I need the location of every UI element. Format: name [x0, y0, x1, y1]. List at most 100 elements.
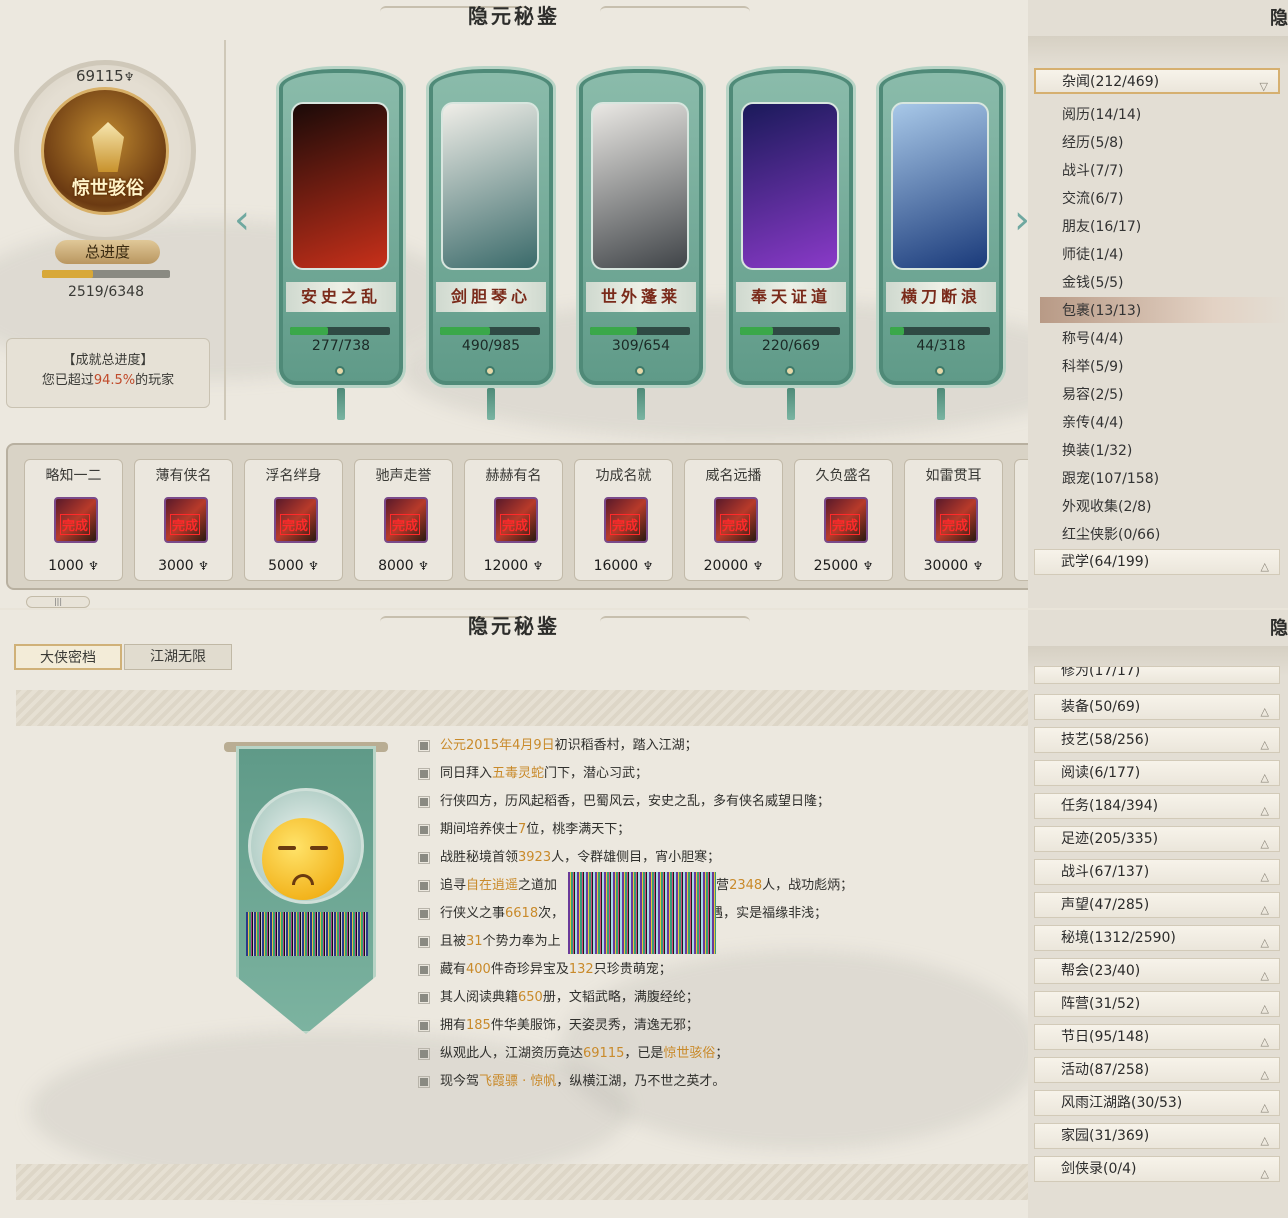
sub-category-item[interactable]: 师徒(1/4)	[1062, 244, 1123, 264]
carousel-right-arrow[interactable]: ›	[1014, 200, 1028, 244]
card-progress-fill	[890, 327, 904, 335]
category-header[interactable]: 剑侠录(0/4) △	[1034, 1156, 1280, 1182]
badge-name: 如雷贯耳	[925, 468, 982, 484]
rank-badge[interactable]: 略知一二 完成 1000 ♆	[24, 459, 123, 581]
category-header[interactable]: 家园(31/369) △	[1034, 1123, 1280, 1149]
sub-category-item[interactable]: 经历(5/8)	[1062, 132, 1123, 152]
category-header[interactable]: 战斗(67/137) △	[1034, 859, 1280, 885]
category-header[interactable]: 技艺(58/256) △	[1034, 727, 1280, 753]
category-header[interactable]: 帮会(23/40) △	[1034, 958, 1280, 984]
chapter-card[interactable]: 剑胆琴心 490/985	[426, 66, 556, 388]
badge-name: 赫赫有名	[485, 468, 542, 484]
bullet-icon	[418, 795, 430, 808]
sub-category-item[interactable]: 红尘侠影(0/66)	[1062, 524, 1160, 544]
tassel	[337, 388, 345, 420]
category-header[interactable]: 声望(47/285) △	[1034, 892, 1280, 918]
bullet-icon	[418, 935, 430, 948]
tab-jianghu-unlimited[interactable]: 江湖无限	[124, 644, 232, 670]
mouth	[292, 874, 314, 885]
sub-category-item[interactable]: 亲传(4/4)	[1062, 412, 1123, 432]
carousel-left-arrow[interactable]: ‹	[234, 200, 254, 244]
divider	[224, 40, 226, 420]
card-progress-value: 277/738	[311, 338, 371, 354]
category-header[interactable]: 任务(184/394) △	[1034, 793, 1280, 819]
bullet-icon	[418, 963, 430, 976]
sub-category-item[interactable]: 朋友(16/17)	[1062, 216, 1141, 236]
chevron-up-icon: △	[1260, 560, 1269, 573]
sub-category-item[interactable]: 易容(2/5)	[1062, 384, 1123, 404]
sub-category-item[interactable]: 换装(1/32)	[1062, 440, 1132, 460]
category-header[interactable]: 装备(50/69) △	[1034, 694, 1280, 720]
category-header[interactable]: 阅读(6/177) △	[1034, 760, 1280, 786]
tab-hero-archive[interactable]: 大侠密档	[14, 644, 122, 670]
panel-title: 隐元秘鉴	[468, 4, 560, 28]
sub-category-item[interactable]: 包裹(13/13)	[1062, 300, 1141, 320]
chapter-card[interactable]: 横刀断浪 44/318	[876, 66, 1006, 388]
rank-badge[interactable]: 驰声走誉 完成 8000 ♆	[354, 459, 453, 581]
sub-category-item[interactable]: 称号(4/4)	[1062, 328, 1123, 348]
rank-badge[interactable]: 赫赫有名 完成 12000 ♆	[464, 459, 563, 581]
card-title: 世外蓬莱	[586, 282, 696, 312]
avatar	[262, 818, 344, 900]
knot-icon	[635, 366, 645, 376]
sub-category-item[interactable]: 战斗(7/7)	[1062, 160, 1123, 180]
badge-icon: 完成	[494, 497, 538, 543]
sub-category-item[interactable]: 交流(6/7)	[1062, 188, 1123, 208]
coin-icon: ♆	[532, 559, 544, 573]
progress-summary-box: 【成就总进度】 您已超过94.5%的玩家	[6, 338, 210, 408]
chevron-up-icon: △	[1260, 804, 1269, 817]
sub-category-item[interactable]: 金钱(5/5)	[1062, 272, 1123, 292]
category-header[interactable]: 风雨江湖路(30/53) △	[1034, 1090, 1280, 1116]
badge-scrollbar[interactable]: |||	[26, 596, 90, 608]
completed-stamp: 完成	[170, 514, 201, 535]
category-header[interactable]: 足迹(205/335) △	[1034, 826, 1280, 852]
category-header[interactable]: 阵营(31/52) △	[1034, 991, 1280, 1017]
card-progress-bar	[740, 327, 840, 335]
category-header[interactable]: 活动(87/258) △	[1034, 1057, 1280, 1083]
chapter-card[interactable]: 奉天证道 220/669	[726, 66, 856, 388]
bullet-icon	[418, 739, 430, 752]
tassel	[487, 388, 495, 420]
category-label: 家园(31/369)	[1061, 1128, 1150, 1144]
card-progress-fill	[590, 327, 638, 335]
completed-stamp: 完成	[500, 514, 531, 535]
coin-icon: ♆	[198, 559, 209, 573]
coin-icon: ♆	[88, 559, 99, 573]
chevron-up-icon: △	[1260, 936, 1269, 949]
chapter-card[interactable]: 世外蓬莱 309/654	[576, 66, 706, 388]
bullet-icon	[418, 851, 430, 864]
rank-badge[interactable]: 功成名就 完成 16000 ♆	[574, 459, 673, 581]
rank-badge[interactable]: 浮名绊身 完成 5000 ♆	[244, 459, 343, 581]
category-header-open[interactable]: 杂闻(212/469) ▽	[1034, 68, 1280, 94]
bullet-icon	[418, 1047, 430, 1060]
rank-badge[interactable]: 如雷贯耳 完成 30000 ♆	[904, 459, 1003, 581]
category-header-cut[interactable]: 修为(17/17)	[1034, 666, 1280, 684]
sub-category-item[interactable]: 跟宠(107/158)	[1062, 468, 1159, 488]
category-label: 秘境(1312/2590)	[1061, 930, 1176, 946]
coin-icon: ♆	[308, 559, 319, 573]
knot-icon	[935, 366, 945, 376]
rank-badge[interactable]: 威名远播 完成 20000 ♆	[684, 459, 783, 581]
badge-threshold: 16000 ♆	[593, 558, 654, 574]
sub-category-item[interactable]: 外观收集(2/8)	[1062, 496, 1151, 516]
total-progress-button[interactable]: 总进度	[55, 240, 160, 264]
sub-category-item[interactable]: 阅历(14/14)	[1062, 104, 1141, 124]
chapter-card[interactable]: 安史之乱 277/738	[276, 66, 406, 388]
category-header[interactable]: 武学(64/199) △	[1034, 549, 1280, 575]
category-label: 战斗(67/137)	[1061, 864, 1150, 880]
completed-stamp: 完成	[830, 514, 861, 535]
panel-title: 隐元秘鉴	[468, 614, 560, 638]
card-title: 横刀断浪	[886, 282, 996, 312]
sub-category-item[interactable]: 科举(5/9)	[1062, 356, 1123, 376]
rank-badge[interactable]: 薄有侠名 完成 3000 ♆	[134, 459, 233, 581]
category-header[interactable]: 节日(95/148) △	[1034, 1024, 1280, 1050]
rank-badge[interactable]: 久负盛名 完成 25000 ♆	[794, 459, 893, 581]
completed-stamp: 完成	[610, 514, 641, 535]
redacted-text-block	[568, 872, 716, 954]
crown-icon	[92, 122, 124, 172]
biography-line: 拥有185件华美服饰，天姿灵秀，清逸无邪；	[418, 1014, 699, 1033]
coin-icon: ♆	[123, 70, 135, 84]
badge-icon: 完成	[274, 497, 318, 543]
category-header[interactable]: 秘境(1312/2590) △	[1034, 925, 1280, 951]
rank-badge-partial[interactable]	[1014, 459, 1028, 581]
